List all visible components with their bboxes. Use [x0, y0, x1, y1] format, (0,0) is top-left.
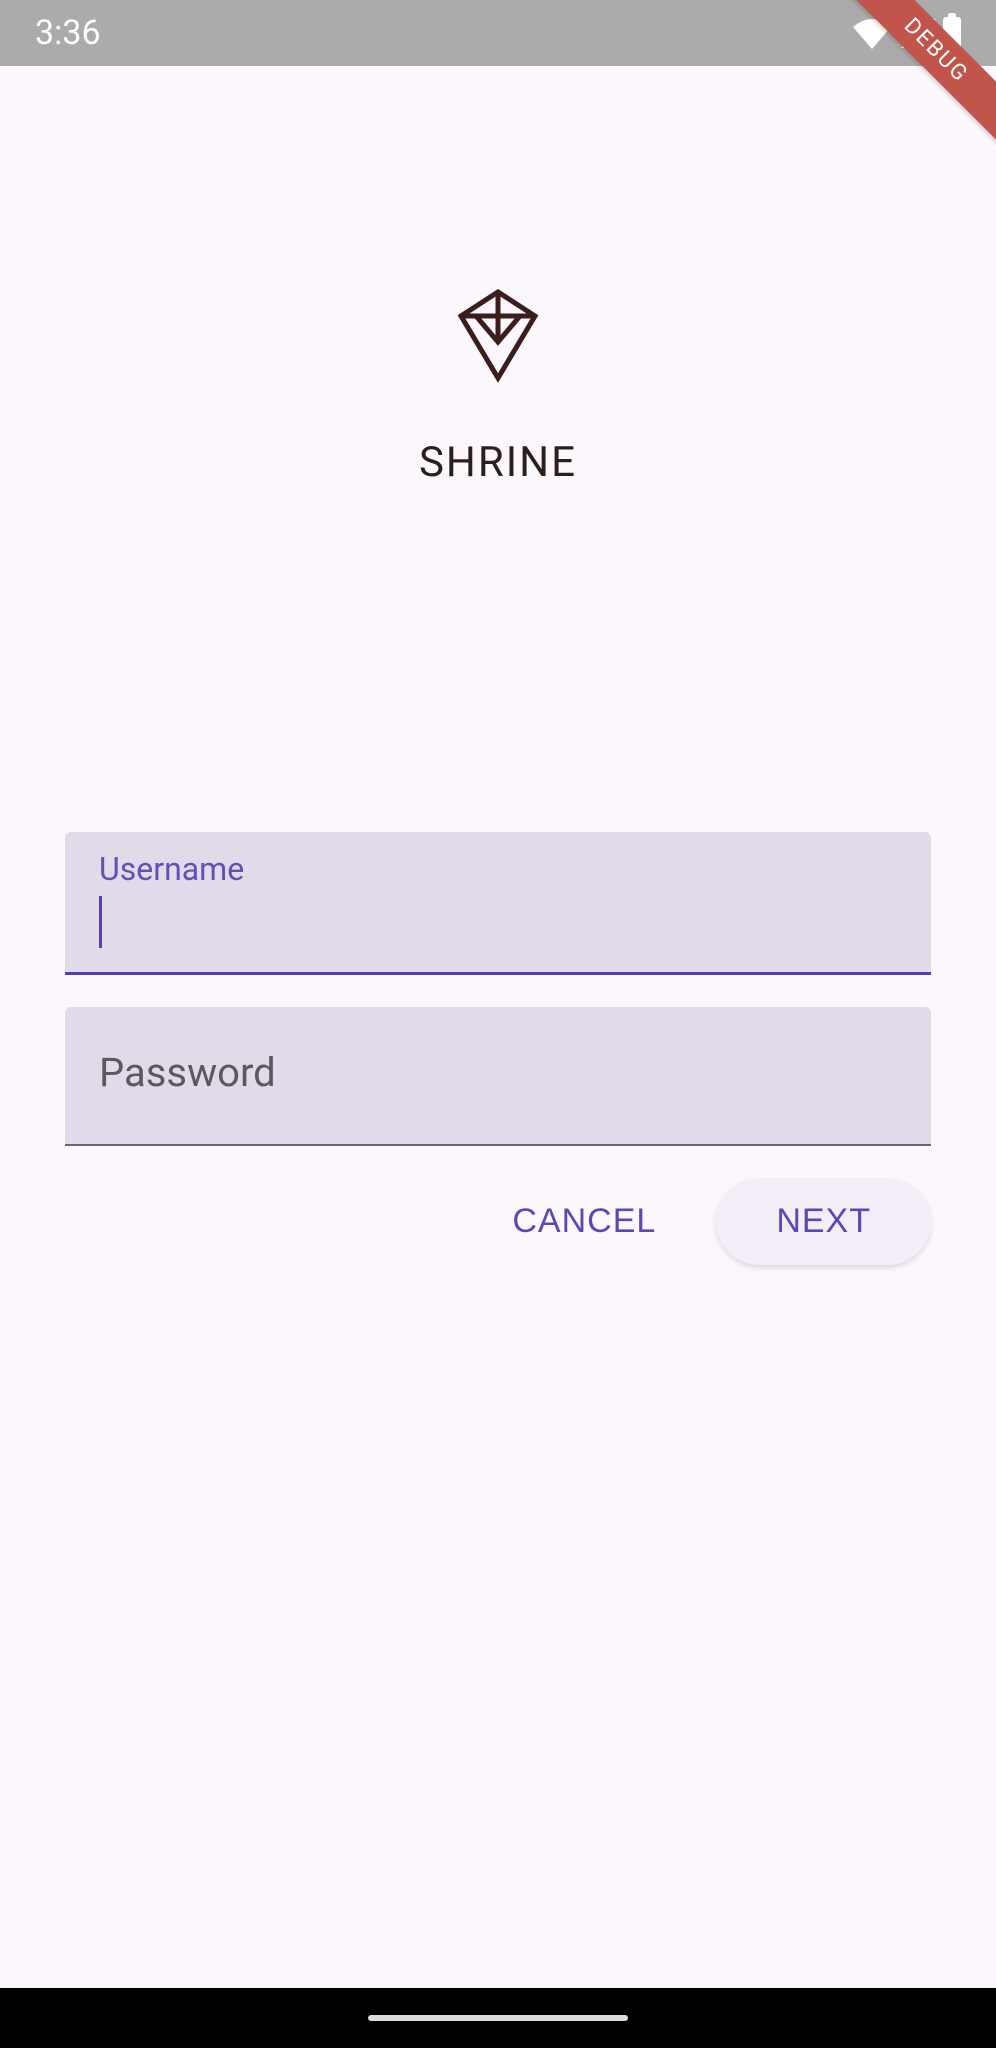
username-field-container[interactable]: Username: [65, 832, 931, 975]
next-button[interactable]: NEXT: [716, 1178, 931, 1265]
nav-home-pill[interactable]: [368, 2015, 628, 2021]
login-form: Username Password CANCEL NEXT: [65, 832, 931, 1265]
button-row: CANCEL NEXT: [65, 1178, 931, 1265]
app-title: SHRINE: [65, 438, 931, 487]
diamond-logo-icon: [451, 286, 545, 388]
password-field-container[interactable]: Password: [65, 1007, 931, 1146]
status-time: 3:36: [35, 13, 101, 53]
password-placeholder: Password: [99, 1025, 897, 1120]
username-label: Username: [99, 850, 897, 888]
username-input[interactable]: [99, 896, 897, 948]
navigation-bar: [0, 1988, 996, 2048]
main-content: SHRINE Username Password CANCEL NEXT: [0, 286, 996, 1265]
cancel-button[interactable]: CANCEL: [492, 1178, 676, 1265]
text-cursor: [99, 896, 102, 948]
status-bar: 3:36: [0, 0, 996, 66]
logo-section: SHRINE: [65, 286, 931, 487]
